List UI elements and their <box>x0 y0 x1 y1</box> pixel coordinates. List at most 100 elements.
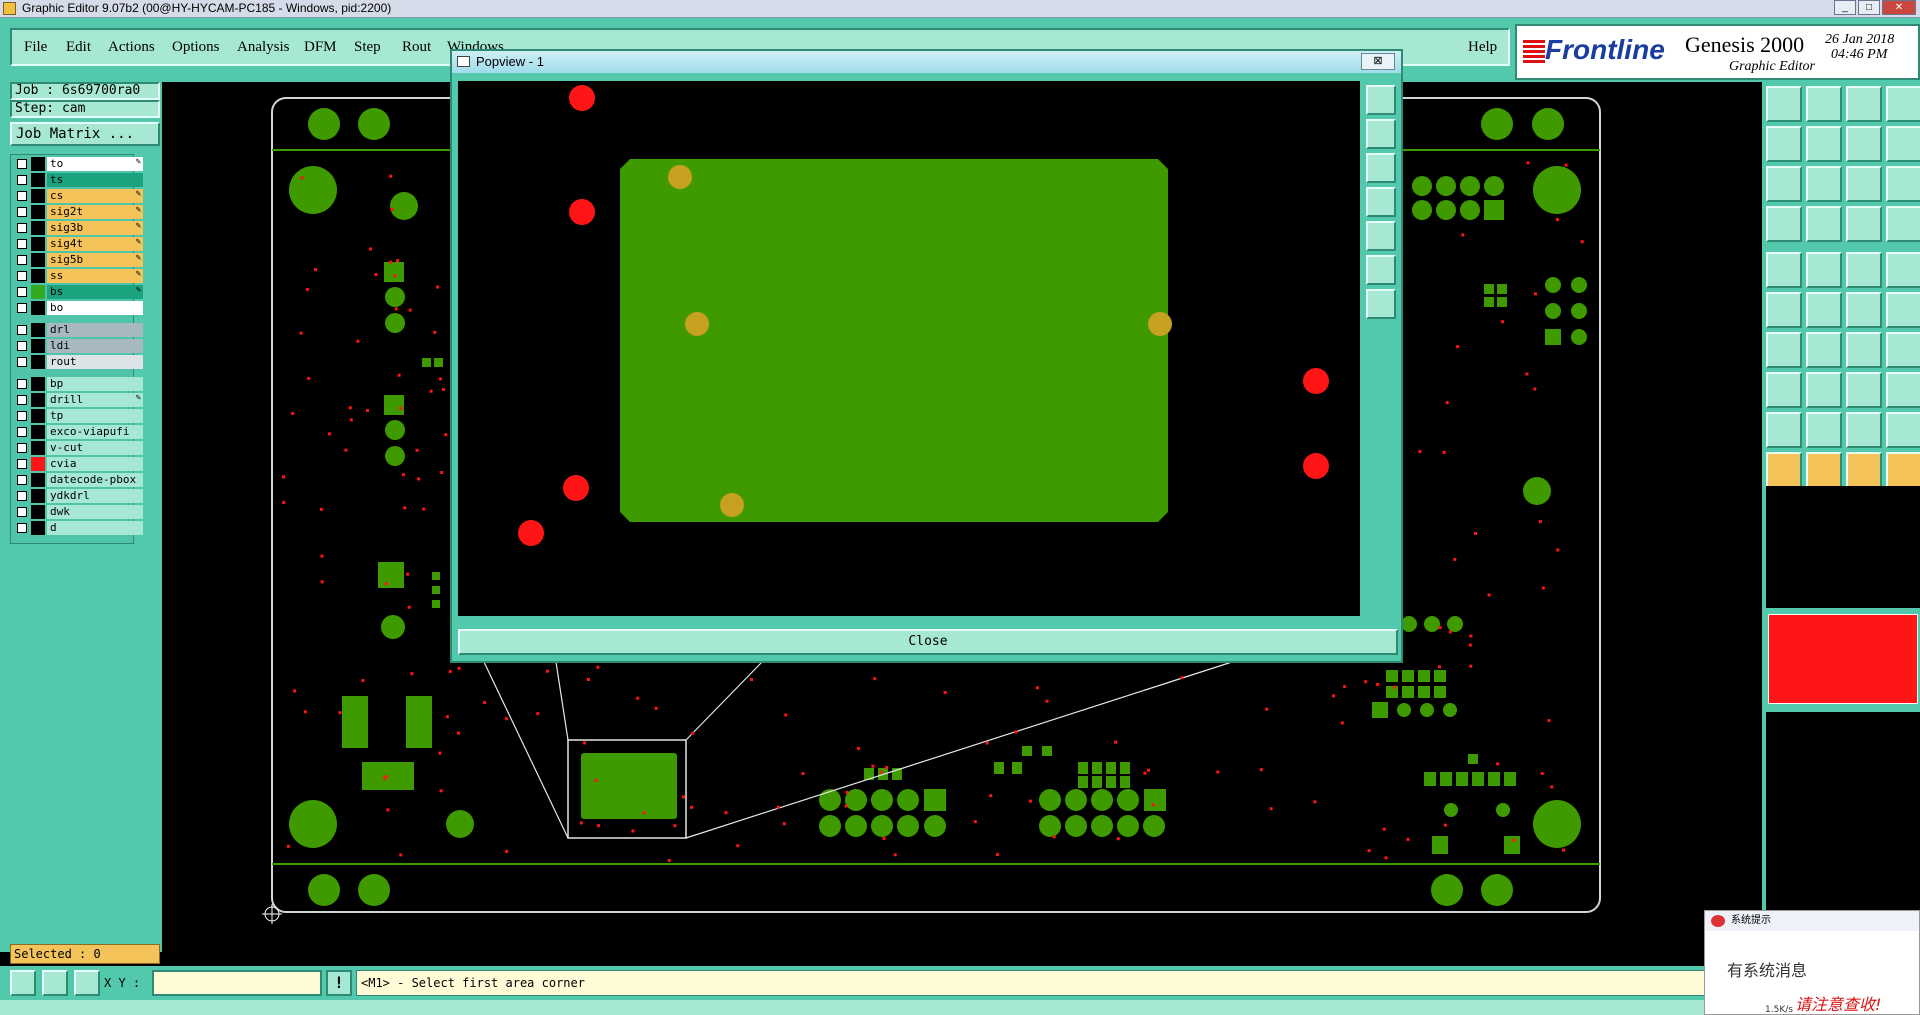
layer-color-swatch[interactable] <box>31 393 45 407</box>
layer-checkbox[interactable] <box>17 379 27 389</box>
layer-row-sig2t[interactable]: sig2t ✎ <box>13 205 143 219</box>
resize-icon[interactable] <box>1766 372 1802 408</box>
layer-color-swatch[interactable] <box>31 441 45 455</box>
layer-row-exco-viapufi[interactable]: exco-viapufi <box>13 425 143 439</box>
layer-color-swatch[interactable] <box>31 355 45 369</box>
zoom-center-icon[interactable] <box>1806 166 1842 202</box>
popview-home-icon[interactable] <box>1366 289 1396 319</box>
layer-checkbox[interactable] <box>17 411 27 421</box>
pad-icon[interactable] <box>1806 206 1842 242</box>
layout-icon[interactable] <box>1886 126 1920 162</box>
triangle-icon[interactable] <box>1766 412 1802 448</box>
layer-row-ts[interactable]: ts <box>13 173 143 187</box>
draw-angle-icon[interactable] <box>1766 332 1802 368</box>
grid-icon[interactable] <box>74 970 100 996</box>
window-icon[interactable] <box>1886 86 1920 122</box>
polygon-icon[interactable] <box>1886 412 1920 448</box>
select-route-icon[interactable] <box>1886 452 1920 488</box>
popview-zoom-window-icon[interactable] <box>1366 85 1396 115</box>
popview-canvas[interactable] <box>458 81 1360 616</box>
layer-checkbox[interactable] <box>17 239 27 249</box>
layer-name[interactable]: bo <box>47 301 143 315</box>
arch-icon[interactable] <box>1806 412 1842 448</box>
menu-options[interactable]: Options <box>172 39 220 56</box>
layer-color-swatch[interactable] <box>31 339 45 353</box>
select-net-icon[interactable] <box>1846 452 1882 488</box>
layer-color-swatch[interactable] <box>31 505 45 519</box>
layer-row-sig4t[interactable]: sig4t ✎ <box>13 237 143 251</box>
layer-name[interactable]: ldi <box>47 339 143 353</box>
copy-icon[interactable] <box>1886 372 1920 408</box>
arc-icon[interactable] <box>1846 332 1882 368</box>
layer-row-sig3b[interactable]: sig3b ✎ <box>13 221 143 235</box>
layer-checkbox[interactable] <box>17 341 27 351</box>
color-swatch[interactable] <box>1768 614 1918 704</box>
layer-color-swatch[interactable] <box>31 457 45 471</box>
layer-row-datecode-pbox[interactable]: datecode-pbox <box>13 473 143 487</box>
layer-name[interactable]: drill <box>47 393 143 407</box>
layer-row-bp[interactable]: bp <box>13 377 143 391</box>
menu-actions[interactable]: Actions <box>108 39 155 56</box>
layer-checkbox[interactable] <box>17 223 27 233</box>
export-icon[interactable] <box>1806 126 1842 162</box>
layer-name[interactable]: ss <box>47 269 143 283</box>
layer-row-ydkdrl[interactable]: ydkdrl <box>13 489 143 503</box>
layer-checkbox[interactable] <box>17 523 27 533</box>
arch-fill-icon[interactable] <box>1846 412 1882 448</box>
layer-checkbox[interactable] <box>17 507 27 517</box>
layer-row-bs[interactable]: bs ✎ <box>13 285 143 299</box>
add-point-icon[interactable] <box>1886 292 1920 328</box>
layer-color-swatch[interactable] <box>31 205 45 219</box>
layer-checkbox[interactable] <box>17 303 27 313</box>
layer-name[interactable]: sig5b <box>47 253 143 267</box>
layer-checkbox[interactable] <box>17 475 27 485</box>
snap-icon[interactable] <box>10 970 36 996</box>
job-matrix-button[interactable]: Job Matrix ... <box>10 122 160 146</box>
layer-checkbox[interactable] <box>17 159 27 169</box>
minimize-button[interactable]: _ <box>1834 0 1856 15</box>
layer-name[interactable]: sig2t <box>47 205 143 219</box>
layer-checkbox[interactable] <box>17 271 27 281</box>
layer-name[interactable]: exco-viapufi <box>47 425 143 439</box>
layer-row-d[interactable]: d <box>13 521 143 535</box>
menu-file[interactable]: File <box>24 39 47 56</box>
layer-checkbox[interactable] <box>17 443 27 453</box>
layer-row-drl[interactable]: drl <box>13 323 143 337</box>
connect-icon[interactable] <box>1846 206 1882 242</box>
layer-name[interactable]: to <box>47 157 143 171</box>
layer-checkbox[interactable] <box>17 191 27 201</box>
select-area-icon[interactable] <box>1806 452 1842 488</box>
add-line-icon[interactable] <box>1806 252 1842 288</box>
popview-zoom-in-icon[interactable] <box>1366 119 1396 149</box>
import-icon[interactable] <box>1766 126 1802 162</box>
layer-checkbox[interactable] <box>17 491 27 501</box>
xy-input[interactable] <box>152 970 322 996</box>
measure-pad-icon[interactable] <box>1846 372 1882 408</box>
layer-color-swatch[interactable] <box>31 489 45 503</box>
zoom-1to1-icon[interactable] <box>1846 166 1882 202</box>
circle-icon[interactable] <box>1886 252 1920 288</box>
layer-row-dwk[interactable]: dwk <box>13 505 143 519</box>
menu-analysis[interactable]: Analysis <box>237 39 290 56</box>
delete-icon[interactable] <box>1806 292 1842 328</box>
popview-zoom-out-icon[interactable] <box>1366 153 1396 183</box>
popview-fit-icon[interactable] <box>1366 255 1396 285</box>
info-button[interactable]: ! <box>326 970 352 996</box>
layer-color-swatch[interactable] <box>31 285 45 299</box>
popview-close-icon[interactable]: ⊠ <box>1361 53 1395 70</box>
layer-color-swatch[interactable] <box>31 221 45 235</box>
layer-name[interactable]: drl <box>47 323 143 337</box>
add-pad-icon[interactable] <box>1766 252 1802 288</box>
popview-close-button[interactable]: Close <box>458 629 1398 655</box>
popview-pan-left-icon[interactable] <box>1366 187 1396 217</box>
line-break-icon[interactable] <box>1806 372 1842 408</box>
menu-rout[interactable]: Rout <box>402 39 431 56</box>
layer-color-swatch[interactable] <box>31 425 45 439</box>
system-notification[interactable]: 系统提示 有系统消息 请注意查收! 1.5K/s <box>1704 910 1920 1015</box>
ruler-icon[interactable] <box>1846 252 1882 288</box>
select-icon[interactable] <box>1766 452 1802 488</box>
layer-checkbox[interactable] <box>17 357 27 367</box>
layer-row-ss[interactable]: ss ✎ <box>13 269 143 283</box>
layer-name[interactable]: ts <box>47 173 143 187</box>
open-job-icon[interactable] <box>1766 86 1802 122</box>
